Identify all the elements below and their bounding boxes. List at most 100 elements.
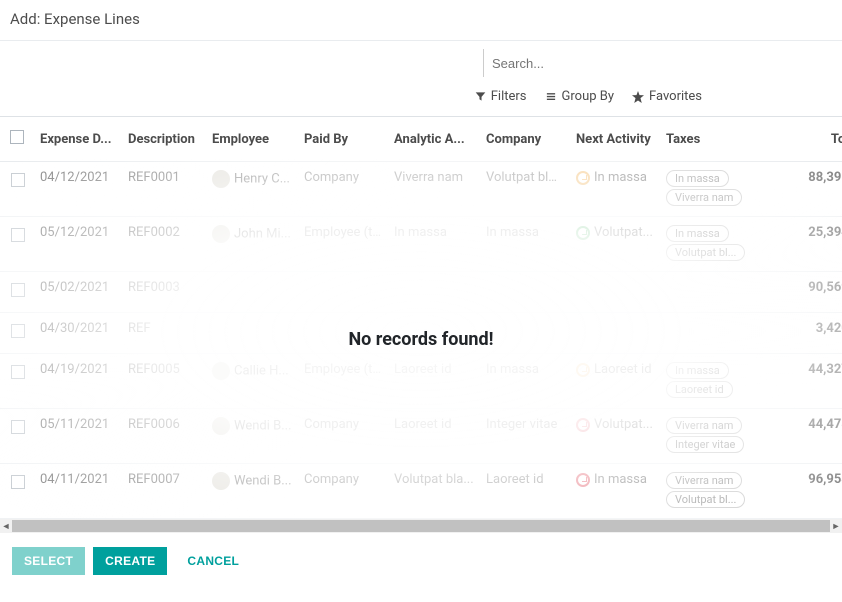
tax-tag: In massa	[666, 362, 729, 379]
groupby-button[interactable]: Group By	[545, 89, 615, 104]
cell-desc: REF0001	[122, 162, 206, 217]
col-analytic[interactable]: Analytic A...	[388, 117, 480, 162]
clock-icon	[576, 363, 590, 377]
tax-tag: Volutpat bl...	[666, 244, 745, 261]
col-description[interactable]: Description	[122, 117, 206, 162]
col-paid-by[interactable]: Paid By	[298, 117, 388, 162]
cell-total: 44,327.0	[780, 354, 842, 409]
dialog-footer: Select Create Cancel	[0, 533, 842, 589]
cell-total: 90,569.0	[780, 272, 842, 313]
cell-activity: In massa	[570, 464, 660, 519]
cell-company: In massa	[480, 217, 570, 272]
cell-taxes: In massaVolutpat bl...	[660, 217, 780, 272]
cell-paid-by	[298, 313, 388, 354]
table-row[interactable]: 05/11/2021REF0006Wendi B...CompanyLaoree…	[0, 409, 842, 464]
cell-activity	[570, 272, 660, 313]
tax-tag: Integer vitae	[666, 436, 744, 453]
cell-date: 05/02/2021	[34, 272, 122, 313]
cell-employee	[206, 313, 298, 354]
cell-paid-by: Company	[298, 464, 388, 519]
table-row[interactable]: 04/30/2021REF 3,420.0	[0, 313, 842, 354]
cell-activity: Volutpat...	[570, 217, 660, 272]
cell-paid-by	[298, 272, 388, 313]
select-all-checkbox[interactable]	[10, 130, 24, 144]
row-checkbox[interactable]	[11, 475, 25, 489]
col-total[interactable]: Total	[780, 117, 842, 162]
tax-tag: In massa	[666, 170, 729, 187]
cell-employee: John Mi...	[206, 217, 298, 272]
funnel-icon	[475, 91, 486, 102]
table-row[interactable]: 05/12/2021REF0002John Mi...Employee (t..…	[0, 217, 842, 272]
cell-analytic: Viverra nam	[388, 162, 480, 217]
cell-company	[480, 313, 570, 354]
search-input[interactable]	[483, 49, 838, 77]
filters-button[interactable]: Filters	[475, 89, 527, 104]
tax-tag: Viverra nam	[666, 189, 742, 206]
cell-employee	[206, 272, 298, 313]
horizontal-scrollbar[interactable]: ◄ ►	[0, 519, 842, 533]
create-button[interactable]: Create	[93, 547, 167, 575]
col-employee[interactable]: Employee	[206, 117, 298, 162]
list-icon	[545, 91, 557, 102]
table-row[interactable]: 04/19/2021REF0005Callie H...Employee (t.…	[0, 354, 842, 409]
col-expense-date[interactable]: Expense D...	[34, 117, 122, 162]
clock-icon	[576, 226, 590, 240]
cell-analytic: In massa	[388, 217, 480, 272]
star-icon	[632, 91, 644, 103]
cell-taxes	[660, 313, 780, 354]
cell-paid-by: Company	[298, 409, 388, 464]
cell-taxes: Viverra namVolutpat bl...	[660, 464, 780, 519]
table-row[interactable]: 04/11/2021REF0007Wendi B...CompanyVolutp…	[0, 464, 842, 519]
row-checkbox[interactable]	[11, 173, 25, 187]
cell-company: Integer vitae	[480, 409, 570, 464]
scroll-left-arrow[interactable]: ◄	[0, 519, 12, 533]
cell-analytic: Laoreet id	[388, 354, 480, 409]
select-button[interactable]: Select	[12, 547, 85, 575]
tax-tag: Viverra nam	[666, 417, 742, 434]
filters-label: Filters	[491, 89, 527, 104]
cell-employee: Henry C...	[206, 162, 298, 217]
row-checkbox[interactable]	[11, 228, 25, 242]
avatar	[212, 362, 230, 380]
cell-taxes: Viverra nam Integer vitae	[660, 409, 780, 464]
cell-employee: Callie H...	[206, 354, 298, 409]
cell-total: 3,420.0	[780, 313, 842, 354]
cell-total: 25,394.0	[780, 217, 842, 272]
tax-tag: Viverra nam	[666, 472, 742, 489]
cell-activity: Laoreet id	[570, 354, 660, 409]
row-checkbox[interactable]	[11, 365, 25, 379]
cell-desc: REF0006	[122, 409, 206, 464]
scroll-right-arrow[interactable]: ►	[830, 519, 842, 533]
cell-desc: REF	[122, 313, 206, 354]
groupby-label: Group By	[562, 89, 615, 104]
cell-analytic	[388, 313, 480, 354]
col-taxes[interactable]: Taxes	[660, 117, 780, 162]
tax-tag: Laoreet id	[666, 381, 733, 398]
cell-paid-by: Employee (t...	[298, 217, 388, 272]
row-checkbox[interactable]	[11, 283, 25, 297]
cell-date: 05/12/2021	[34, 217, 122, 272]
dialog-title: Add: Expense Lines	[0, 10, 842, 40]
cancel-button[interactable]: Cancel	[175, 547, 251, 575]
cell-date: 04/11/2021	[34, 464, 122, 519]
avatar	[212, 417, 230, 435]
favorites-label: Favorites	[649, 89, 702, 104]
table-row[interactable]: 05/02/2021REF000390,569.0	[0, 272, 842, 313]
cell-company: Volutpat bla...	[480, 162, 570, 217]
cell-taxes	[660, 272, 780, 313]
cell-taxes: In massa Viverra nam	[660, 162, 780, 217]
cell-date: 05/11/2021	[34, 409, 122, 464]
favorites-button[interactable]: Favorites	[632, 89, 702, 104]
row-checkbox[interactable]	[11, 420, 25, 434]
clock-icon	[576, 473, 590, 487]
scrollbar-thumb[interactable]	[12, 520, 830, 532]
cell-date: 04/19/2021	[34, 354, 122, 409]
row-checkbox[interactable]	[11, 324, 25, 338]
col-company[interactable]: Company	[480, 117, 570, 162]
cell-date: 04/30/2021	[34, 313, 122, 354]
cell-analytic: Laoreet id	[388, 409, 480, 464]
cell-activity: Volutpat...	[570, 409, 660, 464]
cell-company	[480, 272, 570, 313]
table-row[interactable]: 04/12/2021REF0001Henry C...CompanyViverr…	[0, 162, 842, 217]
col-next-activity[interactable]: Next Activity	[570, 117, 660, 162]
